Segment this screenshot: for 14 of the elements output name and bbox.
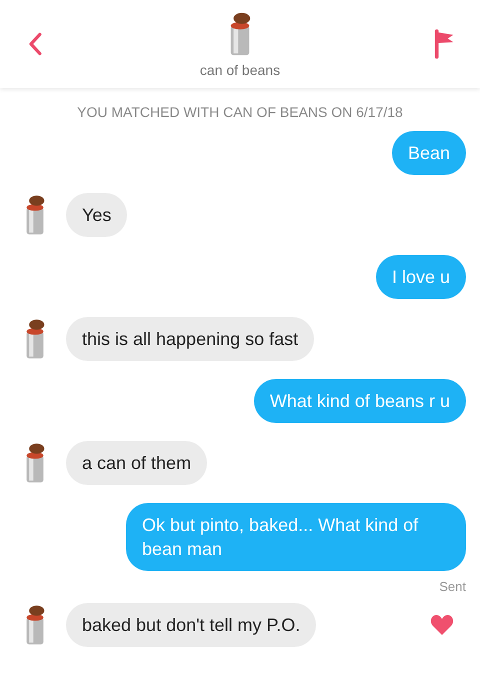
- match-notice: YOU MATCHED WITH CAN OF BEANS ON 6/17/18: [76, 103, 404, 122]
- received-message: Yes: [66, 193, 128, 237]
- sent-message: What kind of beans r u: [254, 379, 466, 423]
- received-message: a can of them: [66, 441, 208, 485]
- sent-message: I love u: [376, 255, 466, 299]
- received-message: this is all happening so fast: [66, 317, 314, 361]
- message-status: Sent: [439, 578, 466, 596]
- received-message: baked but don't tell my P.O.: [66, 602, 316, 646]
- sent-message: Bean: [392, 131, 466, 175]
- sent-message: Ok but pinto, baked... What kind of bean man: [126, 503, 466, 571]
- back-icon: [27, 31, 43, 57]
- heart-icon[interactable]: [430, 614, 454, 636]
- flag-icon: [434, 29, 456, 59]
- contact-name: can of beans: [200, 61, 280, 80]
